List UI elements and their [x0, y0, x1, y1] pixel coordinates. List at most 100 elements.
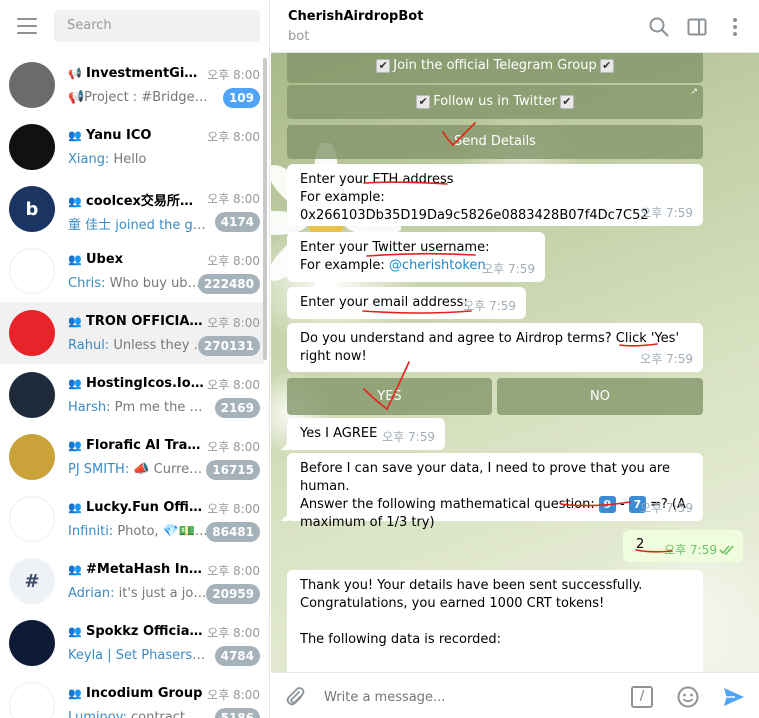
- chat-preview: Adrian: it's just a joke, ...: [68, 586, 208, 601]
- agree-message: Yes I AGREE 오후 7:59: [281, 418, 445, 450]
- sidebar-toggle-icon[interactable]: [686, 16, 708, 38]
- search-icon[interactable]: [648, 16, 670, 38]
- chat-time: 오후 8:00: [207, 564, 260, 578]
- chat-time: 오후 8:00: [207, 192, 260, 206]
- preview-sender: Keyla | Set Phasers To ...: [68, 648, 208, 663]
- msg-text: Congratulations, you earned 1000 CRT tok…: [300, 596, 605, 611]
- search-input[interactable]: Search: [54, 10, 260, 42]
- chat-time: 오후 8:00: [207, 68, 260, 82]
- chat-title-text: coolcex交易所中...: [86, 194, 204, 209]
- follow-twitter-label: Follow us in Twitter: [433, 94, 557, 109]
- chat-title-text: Yanu ICO: [86, 128, 152, 143]
- chat-list-item[interactable]: 👥 Ubex 오후 8:00 Chris: Who buy ubex,...22248…: [0, 240, 264, 302]
- twitter-username-message: Enter your Twitter username: For example…: [287, 232, 545, 282]
- chat-title: 👥 #MetaHash Inte...: [68, 562, 204, 577]
- preview-text: 童 佳士 joined the group: [68, 218, 208, 233]
- yes-button[interactable]: YES: [287, 378, 492, 415]
- chat-list-item[interactable]: 👥 Yanu ICO 오후 8:00 Xiang: Hello: [0, 116, 264, 178]
- msg-text: Twitter username:: [372, 240, 490, 255]
- chat-pane: CherishAirdropBot bot ✔ Join the officia…: [271, 0, 759, 718]
- message-time: 오후 7:59: [664, 543, 717, 557]
- preview-sender: Luminoy:: [68, 710, 127, 718]
- group-icon: 👥: [68, 501, 82, 514]
- chat-list-item[interactable]: b 👥 coolcex交易所中... 오후 8:00 童 佳士 joined the g…: [0, 178, 264, 240]
- chat-title-text: Florafic AI Train...: [86, 438, 204, 453]
- chat-list-item[interactable]: 📢 InvestmentGists...오후 8:00 📢Project : #Br…: [0, 54, 264, 116]
- chat-title: 👥 HostingIcos.Io ( ...: [68, 376, 204, 391]
- chat-avatar: #: [9, 558, 55, 604]
- unread-badge: 270131: [197, 336, 260, 356]
- chat-list-item[interactable]: 👥 Florafic AI Train... 오후 8:00 PJ SMITH: 📣 …: [0, 426, 264, 488]
- group-icon: 👥: [68, 253, 82, 266]
- chat-title-text: Lucky.Fun Official: [86, 500, 204, 515]
- preview-sender: PJ SMITH:: [68, 462, 130, 477]
- chat-title: 👥 Spokkz Official T...: [68, 624, 204, 639]
- chat-title-text: TRON OFFICIAL ...: [86, 314, 204, 329]
- chat-title[interactable]: CherishAirdropBot: [288, 9, 423, 24]
- group-icon: 👥: [68, 129, 82, 142]
- send-details-button[interactable]: Send Details: [287, 125, 703, 159]
- chat-list-item[interactable]: 👥 Incodium Group 오후 8:00 Luminoy: contract …: [0, 674, 264, 718]
- chat-list-item[interactable]: # 👥 #MetaHash Inte...오후 8:00 Adrian: it's j…: [0, 550, 264, 612]
- sidebar-header: Search: [0, 0, 269, 54]
- email-address-message: Enter your email address: 오후 7:59: [287, 287, 526, 319]
- chat-preview: Xiang: Hello: [68, 152, 208, 167]
- chat-messages-area[interactable]: ✔ Join the official Telegram Group ✔ ✔ Foll…: [271, 53, 759, 672]
- bot-command-button[interactable]: /: [631, 686, 653, 708]
- eth-address-message: Enter your ETH address For example: 0x26…: [287, 164, 703, 226]
- chat-time: 오후 8:00: [207, 440, 260, 454]
- chat-avatar: b: [9, 186, 55, 232]
- chat-avatar: [9, 124, 55, 170]
- preview-sender: Infiniti:: [68, 524, 114, 539]
- preview-text: Photo, 💎💵...: [113, 524, 208, 539]
- message-input[interactable]: [324, 687, 624, 707]
- chat-avatar: [9, 682, 55, 718]
- send-icon[interactable]: [722, 685, 746, 709]
- twitter-handle-link[interactable]: @cherishtoken: [389, 258, 486, 273]
- chat-list-item[interactable]: 👥 Spokkz Official T...오후 8:00 Keyla | Set …: [0, 612, 264, 674]
- preview-sender: Adrian:: [68, 586, 115, 601]
- chat-time: 오후 8:00: [207, 688, 260, 702]
- chat-list-item[interactable]: 👥 HostingIcos.Io ( ...오후 8:00 Harsh: Pm me…: [0, 364, 264, 426]
- chat-title-text: Spokkz Official T...: [86, 624, 204, 639]
- group-icon: 👥: [68, 439, 82, 452]
- hamburger-menu-icon[interactable]: [17, 18, 37, 34]
- read-checkmarks-icon: [719, 545, 734, 555]
- chat-time: 오후 8:00: [207, 130, 260, 144]
- no-label: NO: [590, 389, 610, 404]
- message-time: 오후 7:59: [482, 262, 535, 276]
- outgoing-answer-message: 2 오후 7:59: [623, 530, 743, 562]
- chat-preview: PJ SMITH: 📣 Current ...: [68, 462, 208, 477]
- msg-text: Do you understand and agree to Airdrop t…: [300, 331, 680, 364]
- chat-title-text: Ubex: [86, 252, 124, 267]
- human-check-message: Before I can save your data, I need to p…: [281, 453, 703, 530]
- more-options-icon[interactable]: [724, 16, 746, 38]
- join-group-label: Join the official Telegram Group: [393, 58, 597, 73]
- group-icon: 👥: [68, 625, 82, 638]
- message-composer: /: [271, 672, 759, 718]
- sidebar-scrollbar[interactable]: [263, 58, 267, 360]
- group-icon: 👥: [68, 315, 82, 328]
- no-button[interactable]: NO: [497, 378, 703, 415]
- msg-text: The following data is recorded:: [300, 632, 501, 647]
- chat-list-item[interactable]: 👥 TRON OFFICIAL ... 오후 8:00 Rahul: Unless t…: [0, 302, 264, 364]
- msg-text: Yes I AGREE: [300, 426, 378, 441]
- group-icon: 👥: [68, 563, 82, 576]
- unread-badge: 222480: [197, 274, 260, 294]
- paperclip-icon[interactable]: [284, 685, 306, 707]
- external-link-icon: ↗: [690, 87, 698, 97]
- message-time: 오후 7:59: [463, 299, 516, 313]
- follow-twitter-button[interactable]: ✔ Follow us in Twitter ✔ ↗: [287, 85, 703, 119]
- chat-preview: Harsh: Pm me the detai...: [68, 400, 208, 415]
- message-time: 오후 7:59: [640, 352, 693, 366]
- chat-title: 👥 Lucky.Fun Official: [68, 500, 204, 515]
- join-group-button[interactable]: ✔ Join the official Telegram Group ✔: [287, 53, 703, 83]
- msg-text: Enter your email address:: [300, 295, 468, 310]
- emoji-icon[interactable]: [676, 685, 700, 709]
- thank-you-message: Thank you! Your details have been sent s…: [287, 570, 703, 672]
- chat-header: CherishAirdropBot bot: [271, 0, 759, 53]
- chat-list-item[interactable]: 👥 Lucky.Fun Official 오후 8:00 Infiniti: Phot…: [0, 488, 264, 550]
- chat-avatar: [9, 496, 55, 542]
- chat-avatar: [9, 620, 55, 666]
- preview-text: Unless they ke...: [113, 338, 208, 353]
